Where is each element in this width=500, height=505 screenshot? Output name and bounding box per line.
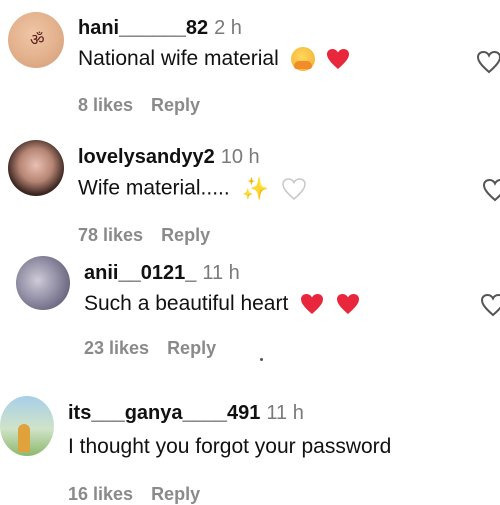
comment-body: Wife material.....	[78, 176, 230, 200]
comment-body: National wife material	[78, 47, 279, 70]
username[interactable]: anii__0121_	[84, 262, 196, 284]
reply-button[interactable]: Reply	[151, 484, 200, 504]
like-count[interactable]: 8 likes	[78, 95, 133, 115]
hugging-face-emoji	[290, 47, 315, 72]
like-count[interactable]: 78 likes	[78, 225, 143, 245]
comment-body: Such a beautiful heart	[84, 292, 289, 315]
comment-text: Such a beautiful heart	[84, 292, 360, 316]
comment-header: its___ganya____491 11 h	[68, 402, 304, 425]
like-count[interactable]: 16 likes	[68, 484, 133, 504]
avatar[interactable]	[8, 140, 64, 196]
comment-text: Wife material..... ✨	[78, 176, 307, 202]
avatar[interactable]: ॐ	[8, 12, 64, 68]
comment-text: National wife material	[78, 47, 350, 72]
username[interactable]: hani______82	[78, 17, 208, 39]
timestamp: 2 h	[214, 17, 242, 39]
comment-meta: 8 likes Reply	[78, 95, 200, 116]
white-heart-emoji	[282, 178, 306, 200]
comment-body: I thought you forgot your password	[68, 435, 392, 458]
heart-outline-icon[interactable]	[476, 50, 500, 74]
heart-outline-icon[interactable]	[482, 178, 500, 202]
red-heart-emoji	[337, 294, 359, 315]
comment-meta: 16 likes Reply	[68, 484, 200, 505]
comment-header: lovelysandyy2 10 h	[78, 146, 260, 169]
comment-meta: 23 likes Reply	[84, 338, 216, 359]
red-heart-emoji	[301, 294, 324, 315]
avatar[interactable]	[16, 256, 70, 310]
username[interactable]: lovelysandyy2	[78, 146, 215, 168]
comment-text: I thought you forgot your password	[68, 435, 391, 459]
timestamp: 10 h	[220, 146, 260, 168]
red-heart-emoji	[327, 49, 350, 70]
tattoo-mark: ॐ	[30, 32, 45, 49]
reply-button[interactable]: Reply	[161, 225, 210, 245]
sparkles-emoji: ✨	[241, 176, 269, 201]
divider-dot	[260, 358, 263, 361]
comment-meta: 78 likes Reply	[78, 225, 210, 246]
reply-button[interactable]: Reply	[167, 338, 216, 358]
avatar[interactable]	[0, 396, 54, 456]
avatar-figure	[18, 424, 30, 452]
reply-button[interactable]: Reply	[151, 95, 200, 115]
comment-header: hani______82 2 h	[78, 17, 242, 40]
timestamp: 11 h	[202, 262, 240, 284]
comment-header: anii__0121_ 11 h	[84, 262, 240, 285]
username[interactable]: its___ganya____491	[68, 402, 260, 424]
like-count[interactable]: 23 likes	[84, 338, 149, 358]
timestamp: 11 h	[266, 402, 304, 424]
heart-outline-icon[interactable]	[480, 293, 500, 317]
